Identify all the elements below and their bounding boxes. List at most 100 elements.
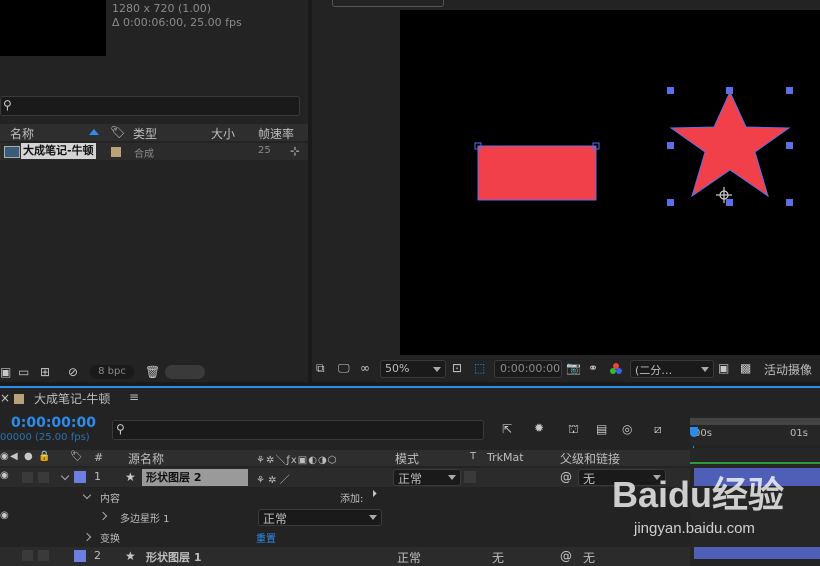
snapshot-camera-icon[interactable]: 📷 [566,362,581,374]
lock-box[interactable] [38,550,49,561]
column-fps[interactable]: 帧速率 [258,125,294,142]
composition-mini-flowchart-icon[interactable]: ⇱ [502,423,512,435]
current-time-display[interactable]: 0:00:00:00 [11,415,96,431]
resolution-select[interactable]: (二分… [630,360,714,378]
new-composition-icon[interactable]: ⊞ [40,366,50,378]
project-footer: ▣ ▭ ⊞ ⊘ 8 bpc 🗑 [0,362,308,382]
new-folder-icon[interactable]: ▭ [18,366,29,378]
region-of-interest-icon[interactable]: ⬚ [474,362,485,374]
always-preview-icon[interactable]: ⧉ [316,362,325,374]
label-tag-icon[interactable]: 🏷 [110,126,125,138]
layer-trkmat-value[interactable]: 无 [492,549,504,566]
label-color-swatch[interactable] [111,147,121,157]
viewer-timecode[interactable]: 0:00:00:00 [494,360,562,378]
sort-ascending-icon[interactable] [89,129,99,135]
pick-whip-icon[interactable]: @ [560,550,572,562]
audio-toggle-icon[interactable]: ◀ [10,452,18,462]
visibility-eye-icon[interactable]: ◉ [0,511,9,521]
bit-depth-button[interactable]: 8 bpc [90,365,134,379]
layer-row-2[interactable]: 2 ★ 形状图层 1 正常 无 @ 无 [0,547,690,566]
solo-icon[interactable]: ● [24,452,33,462]
layer-mode-value: 正常 [398,472,423,486]
label-tag-icon[interactable]: 🏷 [70,452,83,462]
lock-icon[interactable]: 🔒 [38,452,50,462]
timeline-search-input[interactable]: ⚲ [112,420,484,440]
frame-blending-icon[interactable]: ▤ [596,423,607,435]
active-camera-select[interactable]: 活动摄像 [764,361,812,378]
switches-icons[interactable]: ⚘✲＼ƒx▣◐◑⬡ [256,451,337,466]
layer-number: 2 [94,549,101,562]
layer-2-duration-bar[interactable] [694,547,820,559]
reset-link[interactable]: 重置 [256,530,276,545]
composition-thumbnail [0,0,106,56]
monitor-icon[interactable]: 🖵 [338,362,350,374]
add-play-icon[interactable]: ⏵ [372,490,377,500]
trkmat-box[interactable] [464,471,476,483]
pick-whip-icon[interactable]: @ [560,471,572,483]
graph-editor-icon[interactable]: ⧄ [654,423,662,435]
chevron-down-icon [433,367,441,372]
collapse-arrow-icon[interactable] [98,511,108,521]
safe-zones-icon[interactable]: ⊡ [452,362,462,374]
polystar-label[interactable]: 多边星形 1 [120,510,170,525]
playhead-marker[interactable] [690,427,698,437]
star-shape[interactable] [669,90,791,198]
layer-mode-select[interactable]: 正常 [393,469,461,486]
solo-box[interactable] [22,472,33,483]
close-tab-icon[interactable]: × [0,392,10,404]
layer-name[interactable]: 形状图层 1 [146,549,201,565]
motion-blur-icon[interactable]: ◎ [622,423,632,435]
contents-row[interactable]: 内容 添加: ⏵ [0,488,690,506]
hierarchy-icon[interactable]: ⊹ [290,145,300,157]
transparency-grid-icon[interactable]: ▩ [740,362,751,374]
visibility-eye-icon[interactable]: ◉ [0,471,9,481]
rectangle-shape[interactable] [477,145,597,201]
viewer-canvas[interactable] [400,10,820,355]
layer-name[interactable]: 形状图层 2 [142,469,248,486]
timeline-tab-title[interactable]: 大成笔记-牛顿 [34,390,110,407]
interpret-footage-icon[interactable]: ▣ [0,366,11,378]
baidu-watermark: Baidu经验 jingyan.baidu.com [612,466,820,546]
polystar-row[interactable]: ◉ 多边星形 1 正常 [0,507,690,527]
column-mode[interactable]: 模式 [395,450,419,467]
shy-layers-icon[interactable]: ⛫ [568,423,579,435]
work-area-bar[interactable] [690,418,820,425]
mask-visibility-icon[interactable]: ∞ [360,362,370,374]
scroll-pill[interactable] [165,365,205,379]
column-name[interactable]: 名称 [10,125,34,142]
show-snapshot-icon[interactable]: ⚭ [588,362,598,374]
collapse-arrow-icon[interactable] [82,532,92,542]
viewer-toolbar: ⧉ 🖵 ∞ 50% ⊡ ⬚ 0:00:00:00 📷 ⚭ (二分… ▣ ▩ 活动… [312,358,820,380]
solo-box[interactable] [22,550,33,561]
fast-preview-icon[interactable]: ▣ [718,362,729,374]
viewer-tab[interactable] [332,0,444,7]
layer-row-1[interactable]: ◉ 1 ★ 形状图层 2 ⚘ ✲ ／ 正常 @ 无 [0,468,690,487]
project-search-input[interactable]: ⚲ [0,96,300,116]
transform-row[interactable]: 变换 重置 [0,528,690,546]
layer-parent-value[interactable]: 无 [583,549,595,566]
layer-switches[interactable]: ⚘ ✲ ／ [256,471,290,486]
expand-arrow-icon[interactable] [60,471,70,481]
zoom-select[interactable]: 50% [380,360,446,378]
lock-box[interactable] [38,472,49,483]
column-parent[interactable]: 父级和链接 [560,450,620,467]
column-type[interactable]: 类型 [133,125,157,142]
draft-3d-icon[interactable]: ✹ [534,422,544,434]
adjust-settings-icon[interactable]: ⊘ [68,366,78,378]
layer-label-swatch[interactable] [74,471,86,483]
channels-rgb-icon[interactable] [610,363,622,375]
panel-menu-icon[interactable]: ≡ [129,390,139,404]
video-toggle-icon[interactable]: ◉ [0,452,9,462]
layer-label-swatch[interactable] [74,550,86,562]
column-size[interactable]: 大小 [211,125,235,142]
layer-mode-value[interactable]: 正常 [397,549,421,566]
project-item-row[interactable]: 大成笔记-牛顿 合成 25 ⊹ [0,143,308,160]
expand-arrow-icon[interactable] [82,490,92,500]
column-trkmat[interactable]: TrkMat [487,451,524,464]
time-ruler[interactable]: 00s 01s [690,416,820,446]
trash-icon[interactable]: 🗑 [145,366,160,378]
polystar-mode-select[interactable]: 正常 [258,509,382,526]
item-name[interactable]: 大成笔记-牛顿 [21,143,96,159]
column-source-name[interactable]: 源名称 [128,450,164,467]
add-label[interactable]: 添加: [340,490,363,505]
